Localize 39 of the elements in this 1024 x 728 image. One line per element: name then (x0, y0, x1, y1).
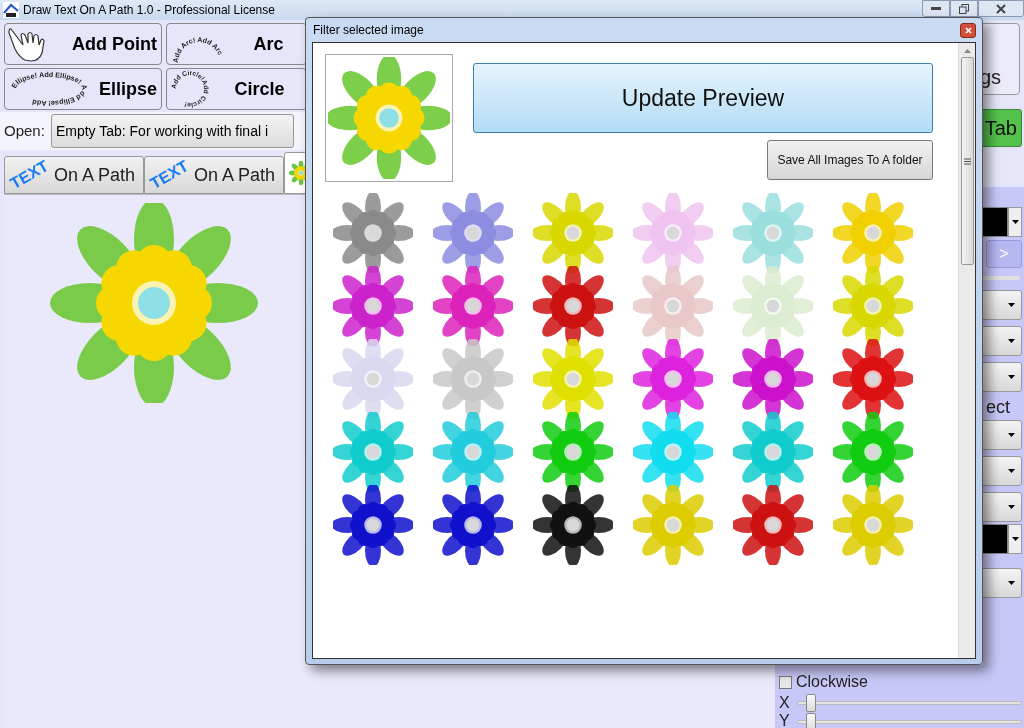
dropdown-arrow-button[interactable] (1008, 207, 1022, 237)
caret-icon (1008, 433, 1015, 437)
minimize-button[interactable] (922, 0, 950, 17)
scroll-up-icon (963, 49, 971, 53)
close-button[interactable] (978, 0, 1024, 17)
restore-button[interactable] (950, 0, 978, 17)
caret-icon (1011, 220, 1019, 224)
clockwise-checkbox[interactable] (779, 675, 792, 689)
minimize-icon (931, 6, 941, 11)
caret-icon (1008, 469, 1015, 473)
open-dropdown[interactable]: Empty Tab: For working with final i (50, 114, 294, 148)
update-preview-button[interactable]: Update Preview (473, 63, 933, 133)
save-all-images-button[interactable]: Save All Images To A folder (767, 140, 933, 180)
caret-icon (1008, 505, 1015, 509)
scrollbar-thumb[interactable] (960, 57, 974, 265)
restore-icon (959, 3, 969, 14)
close-icon (964, 26, 972, 34)
app-logo-icon (2, 1, 20, 19)
caret-icon (1008, 375, 1015, 379)
dialog-title: Filter selected image (313, 22, 424, 39)
slider-track[interactable] (797, 713, 1022, 728)
dropdown-arrow-button[interactable] (1008, 524, 1022, 554)
axis-label: X (779, 694, 791, 711)
caret-icon (1008, 303, 1015, 307)
open-label: Open: (4, 120, 45, 141)
axis-label: Y (779, 713, 791, 728)
window-title: Draw Text On A Path 1.0 - Professional License (23, 2, 275, 19)
close-icon (996, 3, 1006, 14)
slider-thumb[interactable] (806, 713, 816, 728)
slider-track[interactable] (797, 693, 1022, 712)
caret-icon (1011, 537, 1019, 541)
section-label: ect (986, 396, 1010, 418)
caret-icon (1008, 339, 1015, 343)
caret-icon (1008, 581, 1015, 585)
tool-button[interactable]: Add Point (4, 23, 162, 65)
grip-icon (963, 157, 971, 165)
slider-thumb[interactable] (806, 693, 816, 712)
clockwise-label: Clockwise (796, 672, 868, 692)
dialog-close-button[interactable] (960, 22, 976, 38)
